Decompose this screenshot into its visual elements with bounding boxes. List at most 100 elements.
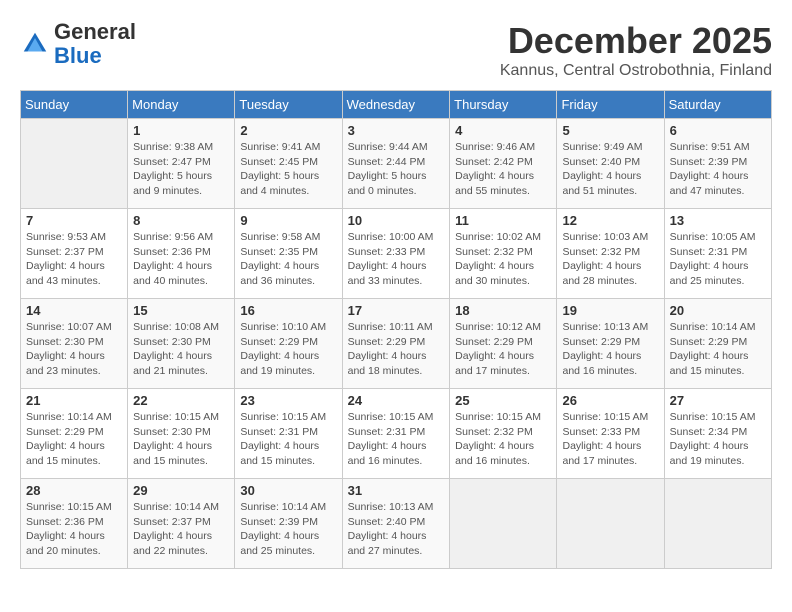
- day-number: 5: [562, 123, 658, 138]
- day-header-thursday: Thursday: [450, 91, 557, 119]
- day-number: 17: [348, 303, 445, 318]
- calendar-week-2: 7 Sunrise: 9:53 AM Sunset: 2:37 PM Daylig…: [21, 209, 772, 299]
- day-info: Sunrise: 10:13 AM Sunset: 2:29 PM Daylig…: [562, 320, 658, 379]
- day-number: 10: [348, 213, 445, 228]
- calendar-cell: [450, 479, 557, 569]
- day-info: Sunrise: 10:15 AM Sunset: 2:31 PM Daylig…: [348, 410, 445, 469]
- day-number: 14: [26, 303, 122, 318]
- day-number: 1: [133, 123, 229, 138]
- day-info: Sunrise: 9:49 AM Sunset: 2:40 PM Dayligh…: [562, 140, 658, 199]
- day-number: 31: [348, 483, 445, 498]
- day-header-sunday: Sunday: [21, 91, 128, 119]
- day-header-wednesday: Wednesday: [342, 91, 450, 119]
- calendar-cell: 15 Sunrise: 10:08 AM Sunset: 2:30 PM Dayl…: [128, 299, 235, 389]
- day-number: 20: [670, 303, 766, 318]
- day-number: 18: [455, 303, 551, 318]
- calendar-table: SundayMondayTuesdayWednesdayThursdayFrid…: [20, 90, 772, 569]
- calendar-cell: 27 Sunrise: 10:15 AM Sunset: 2:34 PM Dayl…: [664, 389, 771, 479]
- day-number: 23: [240, 393, 336, 408]
- calendar-cell: 22 Sunrise: 10:15 AM Sunset: 2:30 PM Dayl…: [128, 389, 235, 479]
- day-info: Sunrise: 9:53 AM Sunset: 2:37 PM Dayligh…: [26, 230, 122, 289]
- calendar-header-row: SundayMondayTuesdayWednesdayThursdayFrid…: [21, 91, 772, 119]
- day-number: 22: [133, 393, 229, 408]
- day-info: Sunrise: 10:13 AM Sunset: 2:40 PM Daylig…: [348, 500, 445, 559]
- calendar-cell: 8 Sunrise: 9:56 AM Sunset: 2:36 PM Daylig…: [128, 209, 235, 299]
- day-info: Sunrise: 9:44 AM Sunset: 2:44 PM Dayligh…: [348, 140, 445, 199]
- day-number: 24: [348, 393, 445, 408]
- day-info: Sunrise: 10:15 AM Sunset: 2:33 PM Daylig…: [562, 410, 658, 469]
- day-number: 7: [26, 213, 122, 228]
- calendar-cell: 23Sunrise: 10:15 AM Sunset: 2:31 PM Dayl…: [235, 389, 342, 479]
- day-number: 4: [455, 123, 551, 138]
- day-number: 26: [562, 393, 658, 408]
- calendar-cell: 6Sunrise: 9:51 AM Sunset: 2:39 PM Daylig…: [664, 119, 771, 209]
- day-info: Sunrise: 10:02 AM Sunset: 2:32 PM Daylig…: [455, 230, 551, 289]
- day-info: Sunrise: 10:15 AM Sunset: 2:34 PM Daylig…: [670, 410, 766, 469]
- calendar-cell: 19 Sunrise: 10:13 AM Sunset: 2:29 PM Dayl…: [557, 299, 664, 389]
- day-info: Sunrise: 9:41 AM Sunset: 2:45 PM Dayligh…: [240, 140, 336, 199]
- day-number: 2: [240, 123, 336, 138]
- calendar-cell: 30 Sunrise: 10:14 AM Sunset: 2:39 PM Dayl…: [235, 479, 342, 569]
- day-info: Sunrise: 10:11 AM Sunset: 2:29 PM Daylig…: [348, 320, 445, 379]
- day-number: 25: [455, 393, 551, 408]
- day-number: 28: [26, 483, 122, 498]
- day-header-saturday: Saturday: [664, 91, 771, 119]
- day-number: 19: [562, 303, 658, 318]
- day-info: Sunrise: 10:05 AM Sunset: 2:31 PM Daylig…: [670, 230, 766, 289]
- day-info: Sunrise: 10:03 AM Sunset: 2:32 PM Daylig…: [562, 230, 658, 289]
- calendar-cell: [21, 119, 128, 209]
- day-info: Sunrise: 9:46 AM Sunset: 2:42 PM Dayligh…: [455, 140, 551, 199]
- day-number: 11: [455, 213, 551, 228]
- calendar-cell: 16Sunrise: 10:10 AM Sunset: 2:29 PM Dayl…: [235, 299, 342, 389]
- calendar-cell: 3Sunrise: 9:44 AM Sunset: 2:44 PM Daylig…: [342, 119, 450, 209]
- day-info: Sunrise: 10:15 AM Sunset: 2:30 PM Daylig…: [133, 410, 229, 469]
- location-text: Kannus, Central Ostrobothnia, Finland: [500, 62, 772, 80]
- page-header: General Blue December 2025 Kannus, Centr…: [20, 20, 772, 80]
- day-number: 8: [133, 213, 229, 228]
- calendar-week-4: 21Sunrise: 10:14 AM Sunset: 2:29 PM Dayl…: [21, 389, 772, 479]
- day-number: 27: [670, 393, 766, 408]
- day-info: Sunrise: 10:15 AM Sunset: 2:32 PM Daylig…: [455, 410, 551, 469]
- calendar-cell: 20 Sunrise: 10:14 AM Sunset: 2:29 PM Dayl…: [664, 299, 771, 389]
- calendar-cell: [664, 479, 771, 569]
- calendar-cell: 7 Sunrise: 9:53 AM Sunset: 2:37 PM Daylig…: [21, 209, 128, 299]
- logo-blue-text: Blue: [54, 44, 136, 68]
- day-info: Sunrise: 9:56 AM Sunset: 2:36 PM Dayligh…: [133, 230, 229, 289]
- day-header-friday: Friday: [557, 91, 664, 119]
- calendar-cell: 4 Sunrise: 9:46 AM Sunset: 2:42 PM Daylig…: [450, 119, 557, 209]
- calendar-cell: 17 Sunrise: 10:11 AM Sunset: 2:29 PM Dayl…: [342, 299, 450, 389]
- day-info: Sunrise: 10:14 AM Sunset: 2:39 PM Daylig…: [240, 500, 336, 559]
- day-info: Sunrise: 10:10 AM Sunset: 2:29 PM Daylig…: [240, 320, 336, 379]
- day-info: Sunrise: 9:38 AM Sunset: 2:47 PM Dayligh…: [133, 140, 229, 199]
- day-number: 13: [670, 213, 766, 228]
- day-info: Sunrise: 10:15 AM Sunset: 2:36 PM Daylig…: [26, 500, 122, 559]
- day-info: Sunrise: 10:14 AM Sunset: 2:29 PM Daylig…: [26, 410, 122, 469]
- day-number: 29: [133, 483, 229, 498]
- day-number: 30: [240, 483, 336, 498]
- month-title: December 2025: [500, 20, 772, 62]
- day-info: Sunrise: 10:08 AM Sunset: 2:30 PM Daylig…: [133, 320, 229, 379]
- day-header-monday: Monday: [128, 91, 235, 119]
- calendar-cell: 24 Sunrise: 10:15 AM Sunset: 2:31 PM Dayl…: [342, 389, 450, 479]
- calendar-cell: 21Sunrise: 10:14 AM Sunset: 2:29 PM Dayl…: [21, 389, 128, 479]
- calendar-week-5: 28 Sunrise: 10:15 AM Sunset: 2:36 PM Dayl…: [21, 479, 772, 569]
- day-info: Sunrise: 10:14 AM Sunset: 2:29 PM Daylig…: [670, 320, 766, 379]
- calendar-cell: 31 Sunrise: 10:13 AM Sunset: 2:40 PM Dayl…: [342, 479, 450, 569]
- title-block: December 2025 Kannus, Central Ostrobothn…: [500, 20, 772, 80]
- calendar-cell: 29 Sunrise: 10:14 AM Sunset: 2:37 PM Dayl…: [128, 479, 235, 569]
- day-number: 15: [133, 303, 229, 318]
- calendar-week-3: 14Sunrise: 10:07 AM Sunset: 2:30 PM Dayl…: [21, 299, 772, 389]
- day-info: Sunrise: 10:12 AM Sunset: 2:29 PM Daylig…: [455, 320, 551, 379]
- calendar-cell: 11 Sunrise: 10:02 AM Sunset: 2:32 PM Dayl…: [450, 209, 557, 299]
- day-number: 6: [670, 123, 766, 138]
- calendar-cell: 26 Sunrise: 10:15 AM Sunset: 2:33 PM Dayl…: [557, 389, 664, 479]
- calendar-cell: 1 Sunrise: 9:38 AM Sunset: 2:47 PM Daylig…: [128, 119, 235, 209]
- day-info: Sunrise: 10:14 AM Sunset: 2:37 PM Daylig…: [133, 500, 229, 559]
- day-number: 12: [562, 213, 658, 228]
- calendar-cell: 28 Sunrise: 10:15 AM Sunset: 2:36 PM Dayl…: [21, 479, 128, 569]
- calendar-cell: 12 Sunrise: 10:03 AM Sunset: 2:32 PM Dayl…: [557, 209, 664, 299]
- calendar-cell: 2 Sunrise: 9:41 AM Sunset: 2:45 PM Daylig…: [235, 119, 342, 209]
- calendar-cell: 14Sunrise: 10:07 AM Sunset: 2:30 PM Dayl…: [21, 299, 128, 389]
- logo-general-text: General: [54, 20, 136, 44]
- calendar-cell: [557, 479, 664, 569]
